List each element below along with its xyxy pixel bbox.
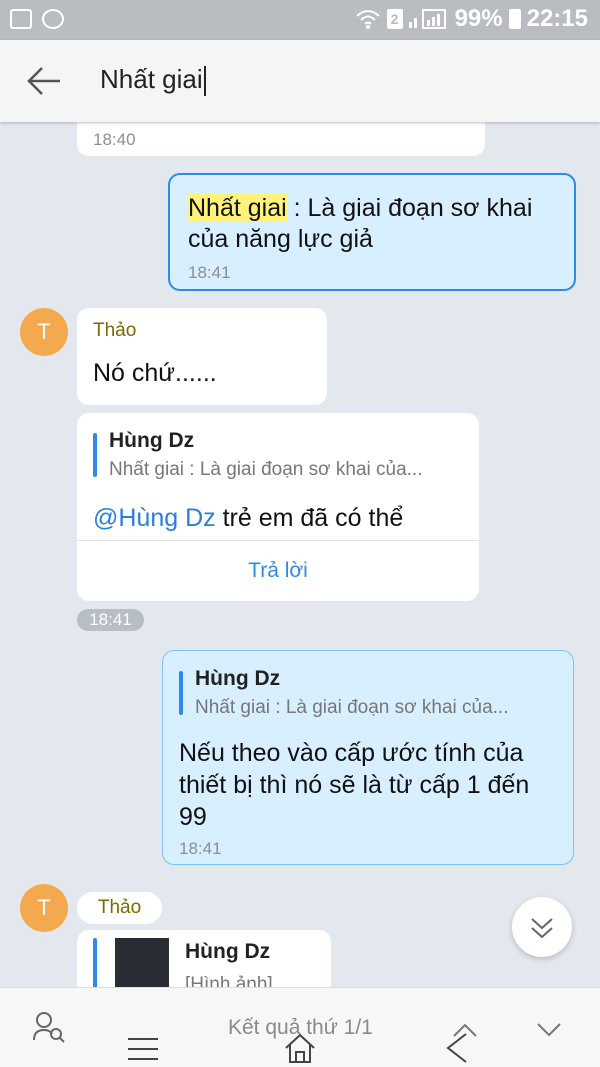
- quoted-message[interactable]: Hùng Dz Nhất giai : Là giai đoạn sơ khai…: [179, 667, 559, 719]
- message-time: 18:41: [179, 839, 222, 858]
- message-time: 18:41: [188, 263, 231, 282]
- search-highlight: Nhất giai: [188, 194, 287, 222]
- reply-button[interactable]: Trả lời: [77, 540, 479, 601]
- gallery-notification-icon: [10, 9, 32, 29]
- message-text: Nhất giai : Là giai đoạn sơ khai của năn…: [188, 194, 533, 253]
- double-chevron-down-icon: [531, 918, 553, 939]
- quote-bar: [93, 938, 97, 987]
- sent-reply-message[interactable]: Hùng Dz Nhất giai : Là giai đoạn sơ khai…: [162, 650, 574, 865]
- system-navigation-bar: [0, 1030, 600, 1067]
- home-icon[interactable]: [284, 1032, 316, 1064]
- received-reply-message[interactable]: Hùng Dz Nhất giai : Là giai đoạn sơ khai…: [77, 413, 479, 601]
- received-message[interactable]: Thảo Nó chứ......: [77, 308, 327, 405]
- message-bubble-previous[interactable]: 18:40: [77, 122, 485, 156]
- quote-text: Nhất giai : Là giai đoạn sơ khai của...: [195, 697, 509, 718]
- chat-area[interactable]: 18:40 Nhất giai : Là giai đoạn sơ khai c…: [0, 122, 600, 987]
- message-text: Nó chứ......: [93, 359, 217, 387]
- received-image-reply[interactable]: Hùng Dz [Hình ảnh]: [77, 930, 331, 987]
- signal-icon: [408, 9, 446, 29]
- search-header: Nhất giai: [0, 40, 600, 122]
- search-input[interactable]: Nhất giai: [100, 64, 206, 97]
- status-bar: 2 99% 22:15: [0, 0, 600, 40]
- link-notification-icon: [42, 9, 64, 29]
- battery-icon: [508, 9, 521, 29]
- quote-author: Hùng Dz: [185, 940, 271, 963]
- back-nav-icon[interactable]: [444, 1032, 468, 1064]
- back-arrow-icon[interactable]: [26, 64, 62, 98]
- battery-percent: 99%: [454, 5, 503, 32]
- avatar[interactable]: T: [20, 884, 68, 932]
- avatar[interactable]: T: [20, 308, 68, 356]
- mention-link[interactable]: @Hùng Dz: [93, 504, 216, 532]
- sender-name: Thảo: [93, 320, 137, 341]
- clock: 22:15: [526, 5, 588, 32]
- sender-name: Thảo: [77, 892, 162, 924]
- quote-text: Nhất giai : Là giai đoạn sơ khai của...: [109, 459, 423, 480]
- time-badge: 18:41: [77, 609, 144, 631]
- quote-author: Hùng Dz: [109, 429, 195, 452]
- scroll-down-button[interactable]: [512, 897, 572, 957]
- image-thumbnail[interactable]: [115, 938, 169, 987]
- quote-text: [Hình ảnh]: [185, 974, 273, 987]
- message-time: 18:40: [93, 130, 136, 149]
- sent-message-highlighted[interactable]: Nhất giai : Là giai đoạn sơ khai của năn…: [168, 173, 576, 291]
- quote-author: Hùng Dz: [195, 667, 281, 690]
- quoted-message[interactable]: Hùng Dz Nhất giai : Là giai đoạn sơ khai…: [93, 429, 463, 481]
- wifi-icon: [355, 10, 380, 29]
- sim-badge: 2: [386, 9, 403, 29]
- message-text: @Hùng Dz trẻ em đã có thể: [93, 504, 404, 532]
- message-text: Nếu theo vào cấp ước tính của thiết bị t…: [179, 739, 530, 831]
- menu-icon[interactable]: [128, 1036, 158, 1062]
